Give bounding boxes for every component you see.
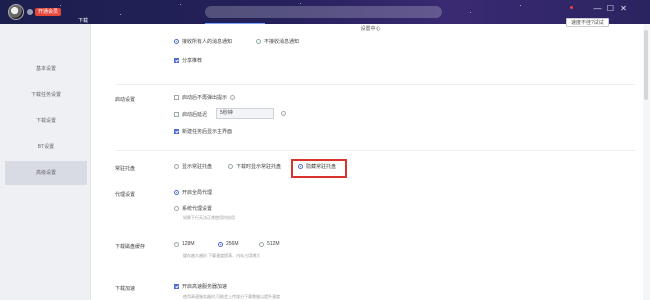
settings-sidebar: 基本设置 下载任务设置 下载设置 BT设置 高级设置 xyxy=(0,24,91,300)
speed-tip-badge[interactable]: 速度不佳?试试 xyxy=(566,18,609,27)
maximize-icon[interactable]: ☐ xyxy=(606,5,615,13)
startup-delay-input[interactable]: 5秒钟 xyxy=(216,108,274,119)
share-checkbox[interactable]: 分享推荐 xyxy=(174,57,202,64)
settings-content: 设置中心 xyxy=(91,24,650,300)
tray-label: 常驻托盘 xyxy=(115,166,136,172)
proxy-hint: 如果下行无法正常使用时启用 xyxy=(183,215,235,220)
startup-label: 启动设置 xyxy=(115,97,136,103)
minimize-icon[interactable]: — xyxy=(593,5,602,13)
sidebar-item-advanced[interactable]: 高级设置 xyxy=(5,161,87,185)
cache-256-radio[interactable]: 256M xyxy=(218,241,239,247)
title-bar: 开通会员 下载 — ☐ ✕ xyxy=(0,0,650,24)
scrollbar-thumb[interactable] xyxy=(644,30,648,100)
startup-no-prompt-checkbox[interactable]: 启动后不再弹出提示 i xyxy=(174,94,236,101)
cache-512-radio[interactable]: 512M xyxy=(259,241,280,247)
sidebar-item-basic[interactable]: 基本设置 xyxy=(5,57,87,81)
disk-cache-label: 下载磁盘缓存 xyxy=(115,244,146,250)
close-icon[interactable]: ✕ xyxy=(619,5,628,13)
show-main-window-checkbox[interactable]: 新建任务后显示主界面 xyxy=(174,128,232,135)
delay-info-icon[interactable]: i xyxy=(281,111,286,116)
tray-download-radio[interactable]: 下载时显示常驻托盘 xyxy=(228,163,281,170)
proxy-global-radio[interactable]: 开启全局代理 xyxy=(174,189,212,196)
accel-label: 下载加速 xyxy=(115,286,136,292)
proxy-label: 代理设置 xyxy=(115,192,136,198)
user-icon[interactable] xyxy=(27,9,33,15)
proxy-system-radio[interactable]: 系统代理设置 xyxy=(174,205,212,212)
highlight-box xyxy=(291,159,347,178)
top-tabs: 下载 xyxy=(0,17,650,24)
accel-checkbox[interactable]: 开启高速服务器加速 xyxy=(174,283,227,290)
startup-delay-checkbox[interactable]: 启动后延迟 xyxy=(174,111,207,118)
notify-all-radio[interactable]: 接收所有人的消息通知 xyxy=(174,38,232,45)
disk-cache-hint: 缓存越大越好,下载速度提高、内存占用增大 xyxy=(183,253,261,258)
accel-hint: 使用高速服务器时,可能会上传部分下载数据以提升速度 xyxy=(183,294,281,299)
sidebar-item-bt[interactable]: BT设置 xyxy=(5,135,87,159)
cache-128-radio[interactable]: 128M xyxy=(174,241,195,247)
info-icon[interactable]: i xyxy=(230,95,236,100)
vip-badge[interactable]: 开通会员 xyxy=(35,8,62,16)
sidebar-item-task[interactable]: 下载任务设置 xyxy=(5,83,87,107)
sidebar-item-download[interactable]: 下载设置 xyxy=(5,109,87,133)
divider xyxy=(115,84,635,85)
divider xyxy=(115,150,635,151)
bell-icon[interactable] xyxy=(570,6,573,9)
tray-show-radio[interactable]: 显示常驻托盘 xyxy=(174,163,212,170)
notify-none-radio[interactable]: 不接收消息通知 xyxy=(256,38,299,45)
tab-download[interactable]: 下载 xyxy=(78,17,88,24)
